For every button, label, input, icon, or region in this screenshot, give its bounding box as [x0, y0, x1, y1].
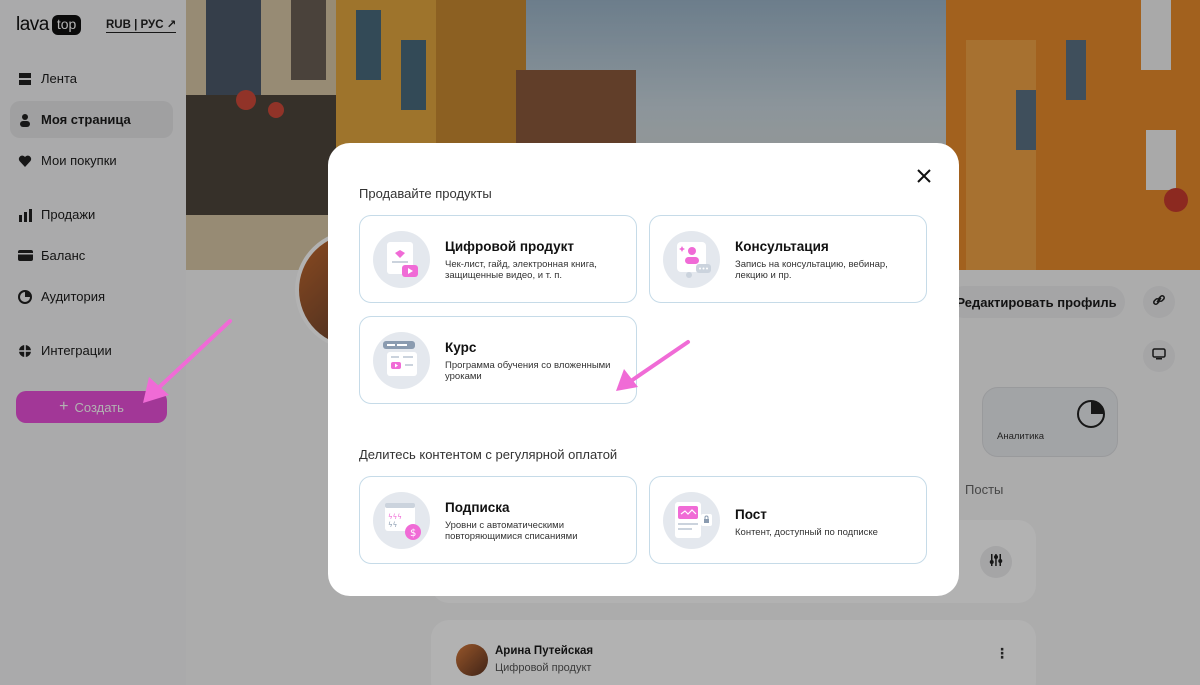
card-title: Подписка [445, 500, 510, 515]
card-subscription[interactable]: ϟϟϟ ϟϟ $ Подписка Уровни с автоматическими… [359, 476, 637, 564]
card-consultation[interactable]: Консультация Запись на консультацию, веб… [649, 215, 927, 303]
card-post[interactable]: Пост Контент, доступный по подписке [649, 476, 927, 564]
section-title-share: Делитесь контентом с регулярной оплатой [359, 447, 618, 462]
card-digital-product[interactable]: Цифровой продукт Чек-лист, гайд, электро… [359, 215, 637, 303]
svg-text:ϟϟϟ: ϟϟϟ [388, 513, 402, 521]
card-description: Запись на консультацию, вебинар, лекцию … [735, 259, 888, 281]
svg-text:$: $ [410, 528, 416, 539]
card-description: Чек-лист, гайд, электронная книга, защищ… [445, 259, 597, 281]
consultation-icon [663, 231, 720, 288]
create-product-modal: Продавайте продукты Цифровой продукт Чек… [328, 143, 959, 596]
post-icon [663, 492, 720, 549]
card-title: Цифровой продукт [445, 239, 574, 254]
close-button[interactable] [914, 168, 934, 188]
card-title: Пост [735, 507, 767, 522]
digital-product-icon [373, 231, 430, 288]
close-icon [917, 168, 931, 188]
svg-text:ϟϟ: ϟϟ [388, 521, 397, 529]
card-course[interactable]: Курс Программа обучения со вложенными ур… [359, 316, 637, 404]
subscription-icon: ϟϟϟ ϟϟ $ [373, 492, 430, 549]
card-description: Контент, доступный по подписке [735, 527, 878, 538]
section-title-sell: Продавайте продукты [359, 186, 492, 201]
card-title: Консультация [735, 239, 829, 254]
course-icon [373, 332, 430, 389]
card-title: Курс [445, 340, 477, 355]
card-description: Уровни с автоматическими повторяющимися … [445, 520, 578, 542]
card-description: Программа обучения со вложенными уроками [445, 360, 611, 382]
